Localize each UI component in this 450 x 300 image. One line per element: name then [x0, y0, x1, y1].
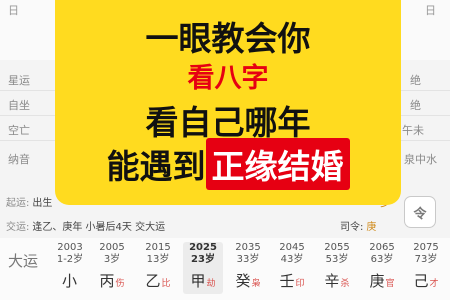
dayun-year: 2003 — [57, 242, 83, 253]
dayun-gan: 己才 — [406, 271, 446, 294]
row-value-nayin: 泉中水 — [404, 153, 437, 166]
row-value-zizuo: 绝 — [410, 99, 421, 112]
jiaoyun-line: 交运: 逢乙、庚年 小暑后4天 交大运 — [6, 218, 165, 233]
dayun-shen: 枭 — [251, 279, 261, 289]
dayun-gan: 乙比 — [138, 271, 178, 294]
dayun-age: 33岁 — [236, 254, 260, 265]
headline-line-2: 看八字 — [187, 63, 269, 94]
dayun-gan-char: 丙 — [99, 272, 115, 290]
dayun-age: 3岁 — [103, 254, 121, 265]
dayun-age: 1-2岁 — [56, 254, 84, 265]
dayun-year: 2065 — [369, 242, 395, 253]
dayun-gan: 甲劫 — [183, 271, 223, 294]
dayun-year: 2055 — [324, 242, 350, 253]
row-label-kongwang: 空亡 — [8, 124, 30, 137]
dayun-age: 73岁 — [414, 254, 438, 265]
dayun-shen: 伤 — [115, 279, 125, 289]
siling-line: 司令: 庚 — [340, 218, 376, 233]
dayun-column[interactable]: 2003 1-2岁 小 — [50, 242, 90, 294]
headline-highlight-box: 正缘结婚 — [205, 138, 350, 190]
row-value-xingyun: 绝 — [410, 74, 421, 87]
headline-line-4-text: 能遇到 — [106, 147, 206, 186]
dayun-year: 2045 — [279, 242, 305, 253]
dayun-gan-char: 壬 — [279, 272, 295, 290]
dayun-column[interactable]: 2015 13岁 乙比 — [138, 242, 178, 294]
dayun-gan-char: 小 — [61, 272, 77, 290]
dayun-column[interactable]: 2075 73岁 己才 — [406, 242, 446, 294]
headline-line-4: 能遇到 正缘结婚 — [55, 138, 401, 190]
dayun-gan: 壬印 — [272, 271, 312, 294]
dayun-column[interactable]: 2035 33岁 癸枭 — [228, 242, 268, 294]
dayun-year: 2035 — [235, 242, 261, 253]
dayun-shen: 才 — [429, 279, 439, 289]
dayun-gan-char: 庚 — [369, 272, 385, 290]
dayun-column[interactable]: 2045 43岁 壬印 — [272, 242, 312, 294]
dayun-shen: 杀 — [340, 279, 350, 289]
row-value-kongwang: 午未 — [402, 124, 424, 137]
dayun-age: 13岁 — [146, 254, 170, 265]
qiyun-label: 起运: — [6, 198, 30, 209]
headline-line-3: 看自己哪年 — [145, 103, 311, 142]
dayun-column[interactable]: 2055 53岁 辛杀 — [317, 242, 357, 294]
row-label-xingyun: 星运 — [8, 74, 30, 87]
dayun-shen: 比 — [161, 279, 171, 289]
dayun-gan-char: 己 — [413, 272, 429, 290]
dayun-age: 53岁 — [325, 254, 349, 265]
dayun-shen: 劫 — [206, 279, 216, 289]
dayun-column[interactable]: 2065 63岁 庚官 — [362, 242, 402, 294]
dayun-label: 大运 — [8, 252, 39, 270]
dayun-shen: 印 — [295, 279, 305, 289]
dayun-age: 43岁 — [280, 254, 304, 265]
dayun-age: 23岁 — [191, 254, 215, 265]
row-label-zizuo: 自坐 — [8, 99, 30, 112]
qiyun-line: 起运: 出生 — [6, 194, 52, 209]
dayun-column-current[interactable]: 2025 23岁 甲劫 — [183, 242, 223, 294]
siling-label: 司令: — [340, 222, 364, 233]
calendar-icon: 令 — [413, 206, 427, 222]
dayun-column[interactable]: 2005 3岁 丙伤 — [92, 242, 132, 294]
dayun-age: 63岁 — [370, 254, 394, 265]
dayun-gan-char: 乙 — [145, 272, 161, 290]
dayun-year: 2075 — [413, 242, 439, 253]
siling-value: 庚 — [366, 222, 377, 233]
dayun-gan-char: 癸 — [235, 272, 251, 290]
dayun-year: 2005 — [99, 242, 125, 253]
jiaoyun-label: 交运: — [6, 222, 30, 233]
dayun-gan: 庚官 — [362, 271, 402, 294]
top-right-text: 日 — [425, 4, 436, 17]
dayun-year: 2025 — [189, 242, 217, 253]
dayun-shen: 官 — [385, 279, 395, 289]
dayun-year: 2015 — [145, 242, 171, 253]
promo-overlay: 一眼教会你 看八字 看自己哪年 能遇到 正缘结婚 — [55, 0, 401, 205]
dayun-gan: 小 — [50, 271, 90, 294]
dayun-gan: 辛杀 — [317, 271, 357, 294]
dayun-gan-char: 甲 — [190, 272, 206, 290]
dayun-gan-char: 辛 — [324, 272, 340, 290]
dayun-gan: 癸枭 — [228, 271, 268, 294]
headline-line-1: 一眼教会你 — [145, 19, 311, 58]
jiaoyun-value: 逢乙、庚年 小暑后4天 交大运 — [32, 222, 166, 233]
calendar-button[interactable]: 令 — [404, 196, 436, 228]
top-left-text: 日 — [8, 4, 19, 17]
row-label-nayin: 纳音 — [8, 153, 30, 166]
dayun-gan: 丙伤 — [92, 271, 132, 294]
qiyun-value: 出生 — [32, 198, 53, 209]
